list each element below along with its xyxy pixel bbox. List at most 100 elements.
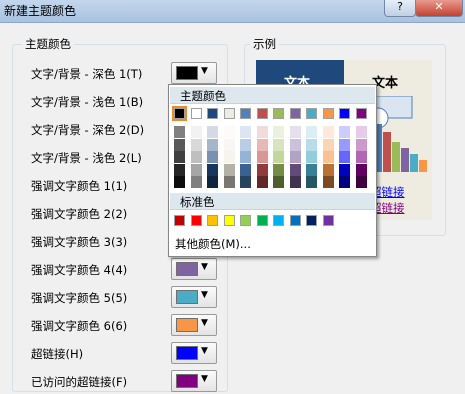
shade-swatch[interactable] bbox=[339, 176, 350, 188]
shade-swatch[interactable] bbox=[190, 151, 202, 163]
shade-swatch[interactable] bbox=[174, 151, 185, 163]
shade-swatch[interactable] bbox=[306, 151, 317, 163]
standard-color-swatch[interactable] bbox=[256, 215, 268, 226]
standard-color-swatch[interactable] bbox=[174, 215, 185, 226]
shade-swatch[interactable] bbox=[174, 176, 185, 188]
standard-color-swatch[interactable] bbox=[289, 215, 301, 226]
shade-swatch[interactable] bbox=[339, 151, 350, 163]
theme-color-swatch[interactable] bbox=[322, 108, 334, 119]
shade-swatch[interactable] bbox=[322, 126, 334, 138]
color-row: 已访问的超链接(F) ▼ bbox=[31, 370, 221, 392]
shade-swatch[interactable] bbox=[207, 176, 218, 188]
theme-color-swatch[interactable] bbox=[289, 108, 301, 119]
standard-color-swatch[interactable] bbox=[190, 215, 202, 226]
theme-color-swatch[interactable] bbox=[306, 108, 317, 119]
shade-swatch[interactable] bbox=[355, 138, 367, 151]
shade-swatch[interactable] bbox=[322, 138, 334, 151]
color-row-label: 强调文字颜色 6(6) bbox=[31, 319, 128, 333]
standard-color-swatch[interactable] bbox=[240, 215, 251, 226]
shade-swatch[interactable] bbox=[273, 151, 284, 163]
shade-swatch[interactable] bbox=[289, 138, 301, 151]
shade-swatch[interactable] bbox=[322, 151, 334, 163]
color-row-label: 强调文字颜色 5(5) bbox=[31, 291, 128, 305]
color-swatch bbox=[176, 66, 198, 80]
color-dropdown-button[interactable]: ▼ bbox=[171, 258, 217, 280]
standard-color-swatch[interactable] bbox=[273, 215, 284, 226]
shade-swatch[interactable] bbox=[289, 163, 301, 176]
shade-swatch[interactable] bbox=[273, 176, 284, 188]
shade-swatch[interactable] bbox=[273, 138, 284, 151]
shade-swatch[interactable] bbox=[256, 163, 268, 176]
shade-swatch[interactable] bbox=[256, 138, 268, 151]
shade-swatch[interactable] bbox=[256, 176, 268, 188]
color-dropdown-button[interactable]: ▼ bbox=[171, 370, 217, 392]
shade-swatch[interactable] bbox=[306, 126, 317, 138]
shade-swatch[interactable] bbox=[223, 151, 235, 163]
shade-swatch[interactable] bbox=[240, 138, 251, 151]
shade-swatch[interactable] bbox=[190, 176, 202, 188]
standard-color-swatch[interactable] bbox=[223, 215, 235, 226]
shade-swatch[interactable] bbox=[174, 126, 185, 138]
color-dropdown-button[interactable]: ▼ bbox=[171, 342, 217, 364]
theme-color-swatch[interactable] bbox=[355, 108, 367, 119]
theme-color-swatch[interactable] bbox=[172, 106, 187, 121]
shade-swatch[interactable] bbox=[256, 151, 268, 163]
chevron-down-icon: ▼ bbox=[201, 290, 208, 300]
theme-color-swatch[interactable] bbox=[207, 108, 218, 119]
shade-swatch[interactable] bbox=[174, 163, 185, 176]
theme-color-swatch[interactable] bbox=[273, 108, 284, 119]
shade-swatch[interactable] bbox=[322, 163, 334, 176]
shade-swatch[interactable] bbox=[289, 176, 301, 188]
shade-swatch[interactable] bbox=[240, 176, 251, 188]
theme-color-swatch[interactable] bbox=[240, 108, 251, 119]
shade-swatch[interactable] bbox=[174, 138, 185, 151]
shade-swatch[interactable] bbox=[339, 138, 350, 151]
shade-swatch[interactable] bbox=[306, 176, 317, 188]
shade-swatch[interactable] bbox=[339, 163, 350, 176]
color-row: 文字/背景 - 深色 1(T) ▼ bbox=[31, 62, 221, 84]
color-dropdown-button[interactable]: ▼ bbox=[171, 62, 217, 84]
standard-color-swatch[interactable] bbox=[207, 215, 218, 226]
shade-swatch[interactable] bbox=[289, 151, 301, 163]
shade-swatch[interactable] bbox=[190, 138, 202, 151]
standard-color-swatch[interactable] bbox=[306, 215, 317, 226]
shade-swatch[interactable] bbox=[240, 163, 251, 176]
shade-swatch[interactable] bbox=[240, 126, 251, 138]
shade-swatch[interactable] bbox=[223, 126, 235, 138]
theme-color-swatch[interactable] bbox=[223, 108, 235, 119]
shade-swatch[interactable] bbox=[223, 163, 235, 176]
shade-swatch[interactable] bbox=[355, 126, 367, 138]
shade-swatch[interactable] bbox=[207, 151, 218, 163]
color-swatch bbox=[176, 346, 198, 360]
shade-swatch[interactable] bbox=[289, 126, 301, 138]
shade-swatch[interactable] bbox=[273, 126, 284, 138]
theme-color-swatch[interactable] bbox=[190, 108, 202, 119]
standard-color-swatch[interactable] bbox=[322, 215, 334, 226]
shade-swatch[interactable] bbox=[190, 126, 202, 138]
shade-swatch[interactable] bbox=[306, 138, 317, 151]
shade-swatch[interactable] bbox=[322, 176, 334, 188]
shade-swatch[interactable] bbox=[223, 138, 235, 151]
shade-swatch[interactable] bbox=[190, 163, 202, 176]
color-dropdown-button[interactable]: ▼ bbox=[171, 314, 217, 336]
color-dropdown-button[interactable]: ▼ bbox=[171, 286, 217, 308]
shade-swatch[interactable] bbox=[355, 163, 367, 176]
shade-swatch[interactable] bbox=[207, 138, 218, 151]
preview-bar-2 bbox=[383, 132, 391, 172]
shade-swatch[interactable] bbox=[273, 163, 284, 176]
theme-color-swatch[interactable] bbox=[339, 108, 350, 119]
shade-swatch[interactable] bbox=[355, 151, 367, 163]
help-button[interactable]: ? bbox=[384, 0, 416, 17]
shade-swatch[interactable] bbox=[223, 176, 235, 188]
shade-swatch[interactable] bbox=[240, 151, 251, 163]
shade-swatch[interactable] bbox=[256, 126, 268, 138]
shade-swatch[interactable] bbox=[207, 126, 218, 138]
theme-color-swatch[interactable] bbox=[256, 108, 268, 119]
shade-swatch[interactable] bbox=[339, 126, 350, 138]
shade-swatch[interactable] bbox=[306, 163, 317, 176]
shade-swatch[interactable] bbox=[355, 176, 367, 188]
more-colors-link[interactable]: 其他颜色(M)... bbox=[175, 236, 251, 252]
close-button[interactable]: ✕ bbox=[415, 0, 463, 17]
chevron-down-icon: ▼ bbox=[201, 66, 208, 76]
shade-swatch[interactable] bbox=[207, 163, 218, 176]
